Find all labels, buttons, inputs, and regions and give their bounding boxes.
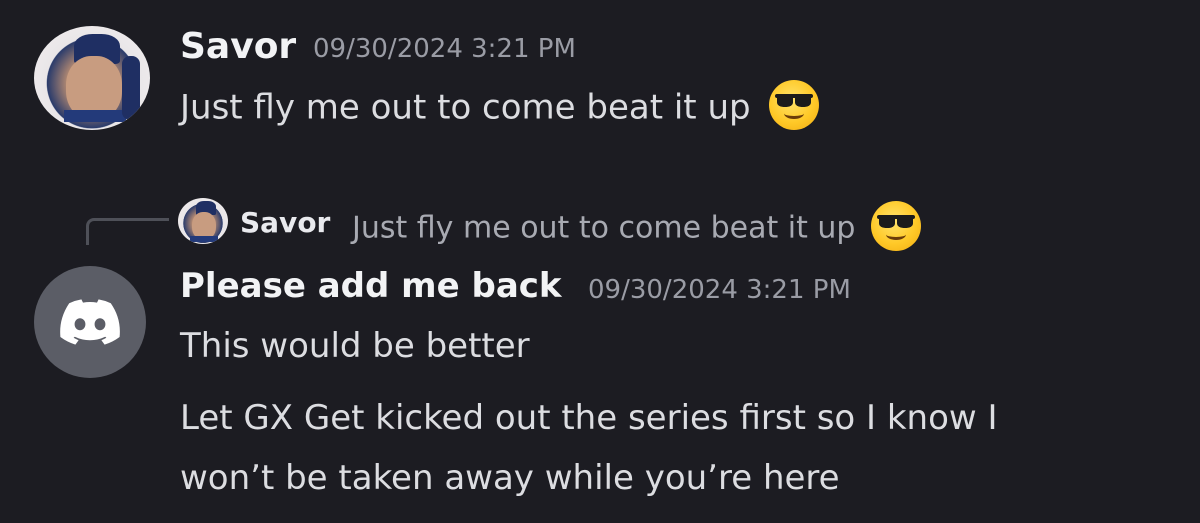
reply-avatar[interactable] (178, 198, 228, 244)
reply-preview[interactable]: Just fly me out to come beat it up (352, 201, 921, 254)
sunglasses-emoji-icon (871, 201, 921, 251)
timestamp: 09/30/2024 3:21 PM (588, 275, 851, 305)
reply-connector (86, 218, 169, 245)
message-line: won’t be taken away while you’re here (180, 458, 840, 498)
timestamp: 09/30/2024 3:21 PM (313, 34, 576, 64)
message-line: Let GX Get kicked out the series first s… (180, 398, 998, 438)
avatar[interactable] (34, 266, 146, 378)
message-text-content: Just fly me out to come beat it up (180, 87, 751, 128)
discord-logo-icon (60, 299, 120, 345)
reply-username[interactable]: Savor (240, 206, 330, 239)
reply-preview-text: Just fly me out to come beat it up (352, 210, 856, 246)
avatar[interactable] (34, 26, 150, 130)
username[interactable]: Savor (180, 26, 296, 67)
message-text: Just fly me out to come beat it up (180, 80, 820, 134)
sunglasses-emoji-icon (769, 80, 820, 130)
message-line: This would be better (180, 326, 530, 366)
username[interactable]: Please add me back (180, 266, 562, 306)
